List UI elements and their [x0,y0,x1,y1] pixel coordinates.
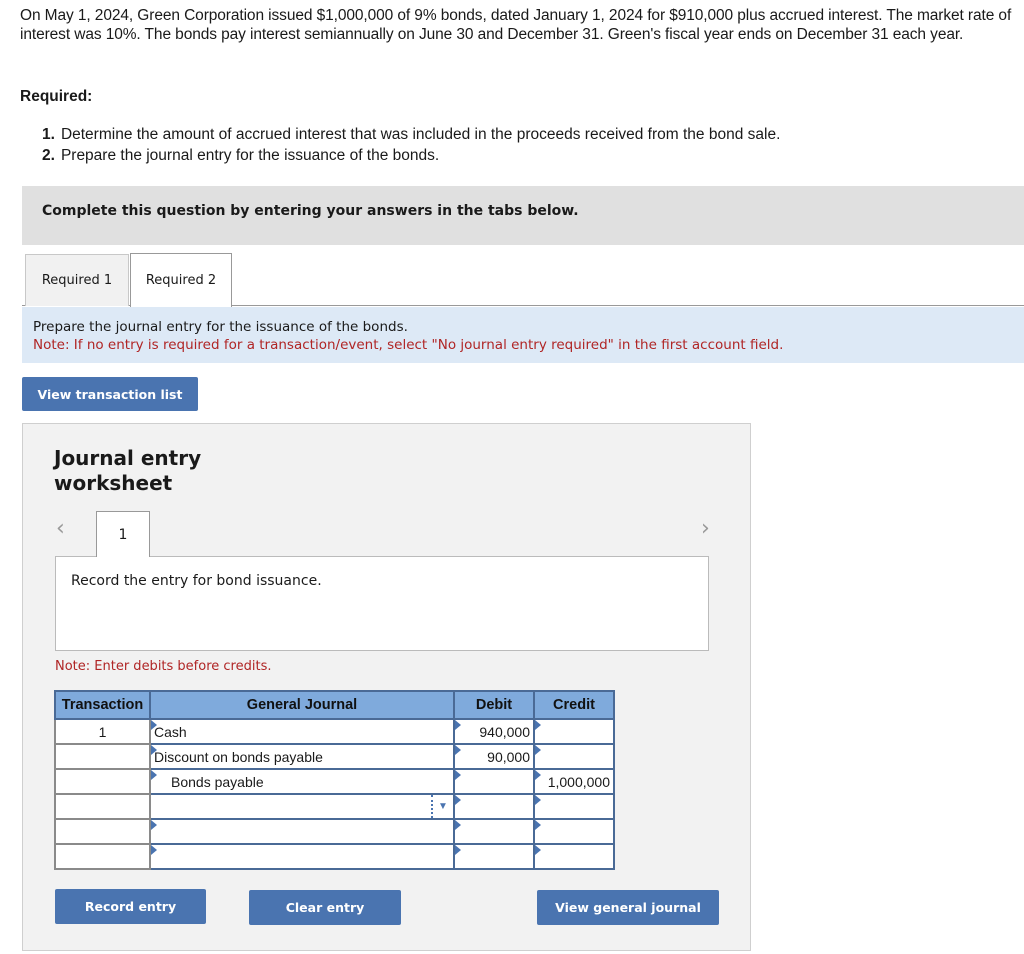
field-marker-icon [455,820,461,830]
account-dropdown[interactable]: ▼ [149,793,455,820]
transaction-cell [54,768,151,795]
debit-field[interactable] [453,843,535,870]
complete-banner: Complete this question by entering your … [22,186,1024,245]
field-marker-icon [535,745,541,755]
header-transaction: Transaction [54,690,151,720]
debit-field[interactable]: 940,000 [453,718,535,745]
account-value: Cash [154,723,187,740]
requirement-item: 1. Determine the amount of accrued intere… [42,124,780,145]
view-transaction-list-button[interactable]: View transaction list [22,377,198,411]
tab-required-2[interactable]: Required 2 [130,253,232,307]
field-marker-icon [151,745,157,755]
requirement-text: Prepare the journal entry for the issuan… [60,147,440,164]
entry-tab-1[interactable]: 1 [96,511,150,557]
required-heading: Required: [20,88,93,105]
field-marker-icon [151,845,157,855]
chevron-left-icon[interactable]: ‹ [56,516,65,541]
field-marker-icon [535,795,541,805]
debit-field[interactable]: 90,000 [453,743,535,770]
field-marker-icon [151,720,157,730]
field-marker-icon [535,720,541,730]
entry-description: Record the entry for bond issuance. [55,556,709,651]
table-row [54,843,615,870]
worksheet-title-line2: worksheet [54,471,173,495]
table-row: ▼ [54,793,615,820]
chevron-right-icon[interactable]: › [701,516,710,541]
header-credit: Credit [533,690,615,720]
field-marker-icon [455,770,461,780]
worksheet-title: Journal entry worksheet [54,446,201,496]
instruction-text: Prepare the journal entry for the issuan… [33,319,408,335]
credit-field[interactable] [533,718,615,745]
requirement-number: 1. [42,126,55,143]
requirement-text: Determine the amount of accrued interest… [60,126,781,143]
problem-statement: On May 1, 2024, Green Corporation issued… [20,7,1012,43]
table-row: Bonds payable 1,000,000 [54,768,615,795]
clear-entry-button[interactable]: Clear entry [249,890,401,925]
table-row [54,818,615,845]
requirements-list: 1. Determine the amount of accrued intere… [42,124,780,166]
credit-field[interactable] [533,793,615,820]
table-row: 1 Cash 940,000 [54,718,615,745]
account-value: Discount on bonds payable [154,748,323,765]
tab-required-1[interactable]: Required 1 [25,254,129,306]
transaction-cell [54,743,151,770]
header-debit: Debit [453,690,535,720]
record-entry-button[interactable]: Record entry [55,889,206,924]
header-general-journal: General Journal [149,690,455,720]
account-field[interactable]: Cash [149,718,455,745]
field-marker-icon [151,770,157,780]
account-field[interactable]: Bonds payable [149,768,455,795]
journal-table: Transaction General Journal Debit Credit… [54,690,615,870]
field-marker-icon [455,795,461,805]
credit-value: 1,000,000 [547,773,610,790]
field-marker-icon [151,820,157,830]
dropdown-arrow-icon[interactable]: ▼ [431,795,453,818]
requirement-item: 2. Prepare the journal entry for the issu… [42,145,780,166]
field-marker-icon [455,720,461,730]
journal-entry-worksheet: Journal entry worksheet ‹ › 1 Record the… [22,423,751,951]
field-marker-icon [535,845,541,855]
credit-field[interactable] [533,743,615,770]
transaction-cell [54,818,151,845]
credit-field[interactable]: 1,000,000 [533,768,615,795]
account-value: Bonds payable [171,773,264,790]
transaction-cell [54,793,151,820]
tab-bar: Required 1 Required 2 [22,253,1024,307]
instruction-note: Note: If no entry is required for a tran… [33,337,784,353]
debit-value: 940,000 [479,723,530,740]
view-general-journal-button[interactable]: View general journal [537,890,719,925]
field-marker-icon [455,745,461,755]
debit-field[interactable] [453,818,535,845]
requirement-number: 2. [42,147,55,164]
instructions-panel: Prepare the journal entry for the issuan… [22,307,1024,363]
credit-field[interactable] [533,818,615,845]
field-marker-icon [535,770,541,780]
field-marker-icon [535,820,541,830]
account-field[interactable] [149,843,455,870]
credit-field[interactable] [533,843,615,870]
table-header-row: Transaction General Journal Debit Credit [54,690,615,720]
table-row: Discount on bonds payable 90,000 [54,743,615,770]
debits-note: Note: Enter debits before credits. [55,659,272,674]
worksheet-title-line1: Journal entry [54,446,202,470]
field-marker-icon [455,845,461,855]
transaction-cell [54,843,151,870]
debit-field[interactable] [453,793,535,820]
debit-field[interactable] [453,768,535,795]
account-field[interactable]: Discount on bonds payable [149,743,455,770]
transaction-cell: 1 [54,718,151,745]
account-field[interactable] [149,818,455,845]
debit-value: 90,000 [487,748,530,765]
